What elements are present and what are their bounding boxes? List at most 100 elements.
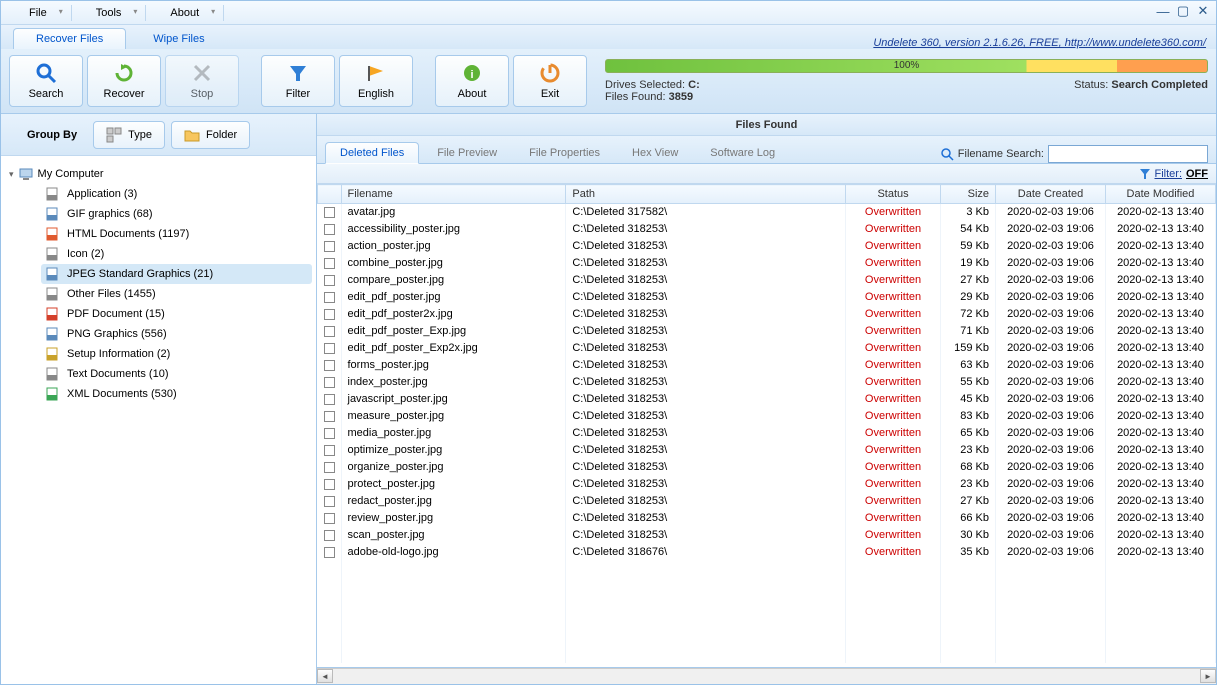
table-row[interactable]: compare_poster.jpgC:\Deleted 318253\Over…: [318, 272, 1216, 289]
tree-node-gif[interactable]: GIF graphics (68): [41, 204, 312, 224]
table-row[interactable]: adobe-old-logo.jpgC:\Deleted 318676\Over…: [318, 544, 1216, 561]
subtab-deleted-files[interactable]: Deleted Files: [325, 142, 419, 164]
col-modified[interactable]: Date Modified: [1105, 185, 1215, 204]
tree-node-xml[interactable]: XML Documents (530): [41, 384, 312, 404]
row-checkbox[interactable]: [324, 394, 335, 405]
table-row[interactable]: accessibility_poster.jpgC:\Deleted 31825…: [318, 221, 1216, 238]
cell-created: 2020-02-03 19:06: [996, 272, 1106, 289]
row-checkbox[interactable]: [324, 258, 335, 269]
search-button[interactable]: Search: [9, 55, 83, 107]
cell-status: Overwritten: [846, 357, 941, 374]
row-checkbox[interactable]: [324, 530, 335, 541]
tab-wipe-files[interactable]: Wipe Files: [130, 28, 227, 49]
row-checkbox[interactable]: [324, 411, 335, 422]
minimize-button[interactable]: —: [1154, 3, 1172, 19]
cell-path: C:\Deleted 318253\: [566, 272, 846, 289]
row-checkbox[interactable]: [324, 428, 335, 439]
table-row[interactable]: forms_poster.jpgC:\Deleted 318253\Overwr…: [318, 357, 1216, 374]
table-row[interactable]: avatar.jpgC:\Deleted 317582\Overwritten3…: [318, 204, 1216, 221]
row-checkbox[interactable]: [324, 479, 335, 490]
filter-state[interactable]: OFF: [1186, 168, 1208, 180]
tree-node-app[interactable]: Application (3): [41, 184, 312, 204]
row-checkbox[interactable]: [324, 445, 335, 456]
table-row[interactable]: redact_poster.jpgC:\Deleted 318253\Overw…: [318, 493, 1216, 510]
subtab-file-preview[interactable]: File Preview: [423, 143, 511, 163]
col-status[interactable]: Status: [846, 185, 941, 204]
row-checkbox[interactable]: [324, 241, 335, 252]
cell-modified: 2020-02-13 13:40: [1105, 374, 1215, 391]
tree-node-icon[interactable]: Icon (2): [41, 244, 312, 264]
table-row[interactable]: review_poster.jpgC:\Deleted 318253\Overw…: [318, 510, 1216, 527]
menu-about[interactable]: About: [150, 5, 219, 21]
tree-node-setup[interactable]: Setup Information (2): [41, 344, 312, 364]
tree-node-jpeg[interactable]: JPEG Standard Graphics (21): [41, 264, 312, 284]
table-row[interactable]: action_poster.jpgC:\Deleted 318253\Overw…: [318, 238, 1216, 255]
cell-created: 2020-02-03 19:06: [996, 408, 1106, 425]
recover-button[interactable]: Recover: [87, 55, 161, 107]
maximize-button[interactable]: ▢: [1174, 3, 1192, 19]
tree-node-html[interactable]: HTML Documents (1197): [41, 224, 312, 244]
table-row[interactable]: media_poster.jpgC:\Deleted 318253\Overwr…: [318, 425, 1216, 442]
row-checkbox[interactable]: [324, 462, 335, 473]
close-button[interactable]: ✕: [1194, 3, 1212, 19]
table-row[interactable]: scan_poster.jpgC:\Deleted 318253\Overwri…: [318, 527, 1216, 544]
row-checkbox[interactable]: [324, 224, 335, 235]
tree-root[interactable]: ▾ My Computer: [5, 164, 312, 184]
subtab-software-log[interactable]: Software Log: [696, 143, 789, 163]
menu-file[interactable]: File: [9, 5, 67, 21]
row-checkbox[interactable]: [324, 309, 335, 320]
groupby-folder-button[interactable]: Folder: [171, 121, 250, 149]
table-row[interactable]: edit_pdf_poster_Exp.jpgC:\Deleted 318253…: [318, 323, 1216, 340]
about-button[interactable]: i About: [435, 55, 509, 107]
cell-status: Overwritten: [846, 272, 941, 289]
horizontal-scrollbar[interactable]: ◄ ►: [317, 668, 1216, 684]
subtab-file-properties[interactable]: File Properties: [515, 143, 614, 163]
col-size[interactable]: Size: [941, 185, 996, 204]
tree-node-other[interactable]: Other Files (1455): [41, 284, 312, 304]
row-checkbox[interactable]: [324, 326, 335, 337]
cell-status: Overwritten: [846, 289, 941, 306]
exit-button[interactable]: Exit: [513, 55, 587, 107]
table-row[interactable]: organize_poster.jpgC:\Deleted 318253\Ove…: [318, 459, 1216, 476]
table-row[interactable]: javascript_poster.jpgC:\Deleted 318253\O…: [318, 391, 1216, 408]
search-status: Status: Search Completed: [1074, 79, 1208, 91]
filename-search-input[interactable]: [1048, 145, 1208, 163]
row-checkbox[interactable]: [324, 275, 335, 286]
col-created[interactable]: Date Created: [996, 185, 1106, 204]
tree-node-pdf[interactable]: PDF Document (15): [41, 304, 312, 324]
table-row[interactable]: edit_pdf_poster.jpgC:\Deleted 318253\Ove…: [318, 289, 1216, 306]
table-row[interactable]: protect_poster.jpgC:\Deleted 318253\Over…: [318, 476, 1216, 493]
table-row[interactable]: index_poster.jpgC:\Deleted 318253\Overwr…: [318, 374, 1216, 391]
table-row[interactable]: measure_poster.jpgC:\Deleted 318253\Over…: [318, 408, 1216, 425]
language-button[interactable]: English: [339, 55, 413, 107]
tab-recover-files[interactable]: Recover Files: [13, 28, 126, 49]
table-row[interactable]: optimize_poster.jpgC:\Deleted 318253\Ove…: [318, 442, 1216, 459]
subtab-hex-view[interactable]: Hex View: [618, 143, 692, 163]
table-row[interactable]: combine_poster.jpgC:\Deleted 318253\Over…: [318, 255, 1216, 272]
tree-node-text[interactable]: Text Documents (10): [41, 364, 312, 384]
row-checkbox[interactable]: [324, 377, 335, 388]
groupby-type-button[interactable]: Type: [93, 121, 165, 149]
row-checkbox[interactable]: [324, 547, 335, 558]
tree-node-png[interactable]: PNG Graphics (556): [41, 324, 312, 344]
cell-size: 3 Kb: [941, 204, 996, 221]
table-row[interactable]: edit_pdf_poster2x.jpgC:\Deleted 318253\O…: [318, 306, 1216, 323]
col-filename[interactable]: Filename: [341, 185, 566, 204]
menu-tools[interactable]: Tools: [76, 5, 142, 21]
row-checkbox[interactable]: [324, 292, 335, 303]
col-path[interactable]: Path: [566, 185, 846, 204]
row-checkbox[interactable]: [324, 343, 335, 354]
row-checkbox[interactable]: [324, 513, 335, 524]
brand-link[interactable]: Undelete 360, version 2.1.6.26, FREE, ht…: [873, 37, 1206, 49]
row-checkbox[interactable]: [324, 360, 335, 371]
cell-filename: protect_poster.jpg: [341, 476, 566, 493]
scroll-left-icon[interactable]: ◄: [317, 669, 333, 683]
col-check[interactable]: [318, 185, 342, 204]
row-checkbox[interactable]: [324, 207, 335, 218]
filter-button[interactable]: Filter: [261, 55, 335, 107]
filter-label[interactable]: Filter:: [1155, 168, 1183, 180]
scroll-right-icon[interactable]: ►: [1200, 669, 1216, 683]
cell-created: 2020-02-03 19:06: [996, 391, 1106, 408]
row-checkbox[interactable]: [324, 496, 335, 507]
table-row[interactable]: edit_pdf_poster_Exp2x.jpgC:\Deleted 3182…: [318, 340, 1216, 357]
